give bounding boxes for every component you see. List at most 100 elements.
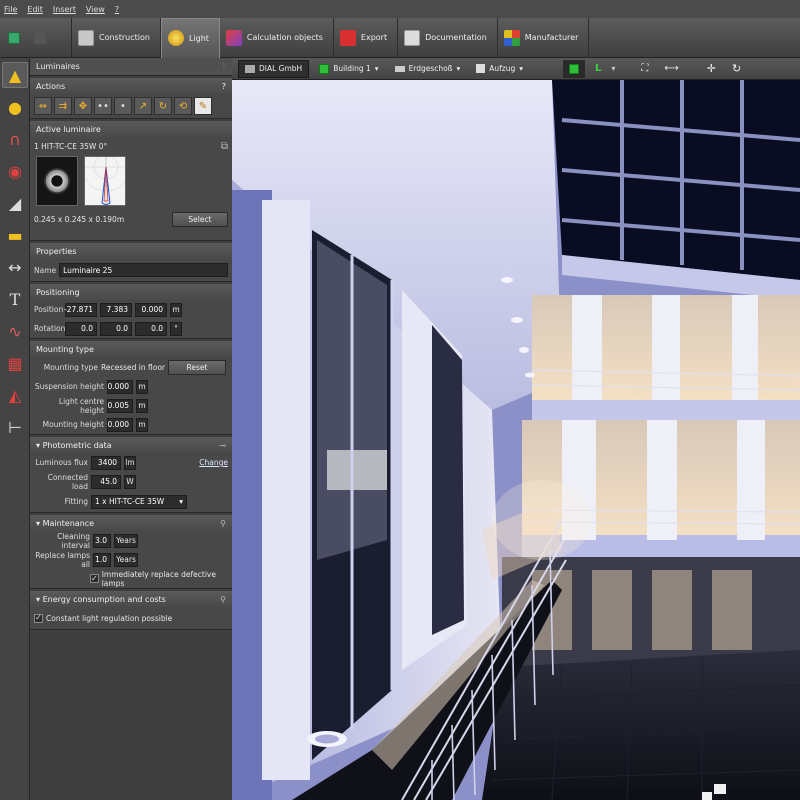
- luminaire-name: 1 HIT-TC-CE 35W 0°: [34, 142, 108, 151]
- position-label: Position: [34, 305, 64, 314]
- help-icon[interactable]: ?: [222, 82, 226, 91]
- menu-view[interactable]: View: [86, 5, 105, 14]
- position-y-field[interactable]: 7.383: [100, 302, 132, 317]
- rotation-label: Rotation: [34, 324, 66, 333]
- rotate-alt-icon[interactable]: ⟲: [174, 97, 192, 115]
- move-icon: ✛: [706, 62, 716, 75]
- magnet-tool-icon[interactable]: ∩: [2, 126, 28, 152]
- replace-lamps-label: Replace lamps all: [35, 550, 90, 569]
- suspension-height-field[interactable]: 0.000: [107, 379, 133, 394]
- light-distribution-curve: [84, 156, 126, 206]
- documentation-icon: [404, 29, 421, 46]
- mounting-type-label: Mounting type: [43, 362, 98, 372]
- edit-icon[interactable]: ✎: [194, 97, 212, 115]
- cleaning-interval-field[interactable]: 3.0: [93, 533, 111, 548]
- copy-icon[interactable]: ⧉: [221, 141, 228, 152]
- rotation-y-field[interactable]: 0.0: [100, 321, 132, 336]
- luminaire-group-icon[interactable]: ▬: [2, 222, 28, 248]
- change-link[interactable]: Change: [199, 458, 228, 467]
- arrange-dots-icon[interactable]: ••: [94, 97, 112, 115]
- building-icon: [319, 63, 330, 74]
- orbit-button[interactable]: ↻: [726, 60, 747, 78]
- luminous-flux-unit: lm: [124, 455, 136, 470]
- luminous-flux-label: Luminous flux: [35, 458, 89, 467]
- tab-erdgeschoss[interactable]: Erdgeschoß ▾: [389, 60, 467, 78]
- menu-help[interactable]: ?: [115, 5, 119, 14]
- 3d-viewport[interactable]: [232, 80, 800, 800]
- rotation-x-field[interactable]: 0.0: [65, 321, 97, 336]
- maintenance-section: ▾ Maintenance ⚲ Cleaning interval 3.0 Ye…: [30, 515, 232, 589]
- view-plan-button[interactable]: L: [589, 60, 607, 78]
- bulb-tool-icon[interactable]: ●: [2, 94, 28, 120]
- luminous-flux-field[interactable]: 3400: [91, 455, 121, 470]
- mounting-height-field[interactable]: 0.000: [107, 417, 133, 432]
- menu-file[interactable]: File: [4, 5, 17, 14]
- text-tool-icon[interactable]: T: [2, 286, 28, 312]
- tab-building-1[interactable]: Building 1 ▾: [313, 60, 384, 78]
- scene-tool-icon[interactable]: ◭: [2, 382, 28, 408]
- energy-pin-icon[interactable]: ⚲: [220, 595, 226, 604]
- tab-light[interactable]: Light: [160, 17, 220, 58]
- tree-tool-icon[interactable]: ⊢: [2, 414, 28, 440]
- measure-button[interactable]: ⟷: [658, 60, 684, 78]
- maintenance-pin-icon[interactable]: ⚲: [220, 519, 226, 528]
- menu-edit[interactable]: Edit: [27, 5, 43, 14]
- pan-button[interactable]: ✛: [701, 60, 722, 78]
- position-z-field[interactable]: 0.000: [135, 302, 167, 317]
- position-x-field[interactable]: -27.871: [64, 302, 97, 317]
- tab-documentation[interactable]: Documentation: [398, 17, 498, 58]
- undo-icon[interactable]: [34, 31, 46, 44]
- tab-dial-gmbh[interactable]: DIAL GmbH: [238, 59, 310, 78]
- tab-construction[interactable]: Construction: [72, 17, 161, 58]
- photometric-title: Photometric data: [42, 440, 112, 450]
- immediate-replace-checkbox[interactable]: ✓: [90, 574, 99, 583]
- panel-grip-icon[interactable]: ⦙⦙: [222, 62, 226, 72]
- connected-load-unit: W: [124, 474, 136, 489]
- view-mode-dropdown-icon[interactable]: ▾: [611, 64, 615, 73]
- replace-lamps-field[interactable]: 1.0: [93, 552, 111, 567]
- select-button[interactable]: Select: [172, 212, 228, 227]
- name-field[interactable]: Luminaire 25: [59, 263, 228, 277]
- tab-manufacturer[interactable]: Manufacturer: [498, 17, 590, 58]
- left-toolbar: ▲ ● ∩ ◉ ◢ ▬ ↔ T ∿ ▦ ◭ ⊢: [0, 58, 30, 800]
- floor-dropdown-icon: ▾: [456, 64, 461, 73]
- position-unit: m: [170, 302, 182, 317]
- arrange-row-icon[interactable]: ⇔: [34, 97, 52, 115]
- arrange-move-icon[interactable]: ✥: [74, 97, 92, 115]
- tab-aufzug[interactable]: Aufzug ▾: [470, 60, 529, 78]
- fitting-select[interactable]: 1 x HIT-TC-CE 35W ▾: [91, 494, 187, 509]
- pin-icon[interactable]: ⊸: [219, 441, 226, 450]
- measure-tool-icon[interactable]: ↔: [2, 254, 28, 280]
- energy-title: Energy consumption and costs: [42, 594, 166, 604]
- arrange-field-icon[interactable]: ⇉: [54, 97, 72, 115]
- aim-icon[interactable]: ↗: [134, 97, 152, 115]
- atrium-rendering: [232, 80, 800, 800]
- luminaire-tool-icon[interactable]: ▲: [2, 62, 28, 88]
- l-shape-icon: L: [595, 63, 602, 74]
- arrange-dot-icon[interactable]: •: [114, 97, 132, 115]
- energy-title-wrap[interactable]: ▾ Energy consumption and costs: [36, 595, 166, 604]
- tab-export[interactable]: Export: [334, 17, 399, 58]
- color-tool-icon[interactable]: ◉: [2, 158, 28, 184]
- light-centre-height-field[interactable]: 0.005: [107, 398, 133, 413]
- maintenance-title-wrap[interactable]: ▾ Maintenance: [36, 519, 94, 528]
- immediate-replace-label: Immediately replace defective lamps: [101, 569, 216, 588]
- active-luminaire-title: Active luminaire: [36, 124, 101, 134]
- constant-light-checkbox[interactable]: ✓: [34, 613, 43, 623]
- spot-tool-icon[interactable]: ◢: [2, 190, 28, 216]
- tab-calculation-objects[interactable]: Calculation objects: [220, 17, 334, 58]
- menu-insert[interactable]: Insert: [53, 5, 76, 14]
- project-icon: [245, 64, 255, 73]
- save-icon[interactable]: [8, 31, 20, 44]
- grid-tool-icon[interactable]: ▦: [2, 350, 28, 376]
- rotate-icon[interactable]: ↻: [154, 97, 172, 115]
- connected-load-field[interactable]: 45.0: [91, 474, 121, 489]
- reset-button[interactable]: Reset: [168, 359, 226, 375]
- photometric-title-wrap[interactable]: ▾ Photometric data: [36, 441, 112, 450]
- rotation-z-field[interactable]: 0.0: [135, 321, 167, 336]
- luminaire-dimensions: 0.245 x 0.245 x 0.190m: [34, 215, 125, 224]
- view-3d-button[interactable]: [563, 59, 586, 78]
- path-tool-icon[interactable]: ∿: [2, 318, 28, 344]
- cleaning-interval-unit: Years: [114, 533, 138, 548]
- zoom-fit-button[interactable]: ⛶: [635, 60, 654, 78]
